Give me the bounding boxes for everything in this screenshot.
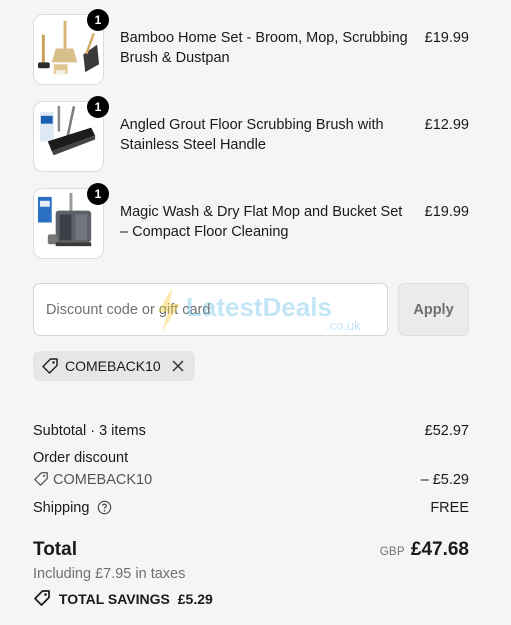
total-amount-group: GBP £47.68 — [380, 538, 469, 564]
tag-icon — [41, 357, 59, 375]
quantity-badge: 1 — [87, 9, 109, 31]
discount-value: – £5.29 — [420, 472, 469, 488]
subtotal-row: Subtotal · 3 items £52.97 — [33, 421, 469, 441]
total-savings-label: TOTAL SAVINGS — [58, 591, 170, 607]
tag-icon — [33, 589, 51, 612]
product-thumbnail: 1 — [33, 96, 109, 172]
product-price: £19.99 — [424, 30, 469, 46]
taxes-note: Including £7.95 in taxes — [33, 564, 469, 584]
question-circle-icon[interactable] — [97, 500, 112, 521]
total-savings-row: TOTAL SAVINGS £5.29 — [33, 589, 469, 612]
applied-code-label: COMEBACK10 — [65, 358, 161, 374]
tag-icon — [33, 471, 49, 493]
quantity-badge: 1 — [87, 183, 109, 205]
applied-discount-chip: COMEBACK10 — [33, 351, 195, 381]
product-price: £19.99 — [424, 204, 469, 220]
close-icon[interactable] — [171, 359, 185, 373]
total-savings-value: £5.29 — [177, 591, 213, 607]
order-discount-row: Order discount — [33, 448, 469, 468]
subtotal-label: Subtotal · 3 items — [33, 423, 146, 439]
total-value: £47.68 — [410, 539, 469, 560]
taxes-label: Including £7.95 in taxes — [33, 566, 186, 582]
line-item: 1 Bamboo Home Set - Broom, Mop, Scrubbin… — [33, 9, 469, 86]
discount-code-row: COMEBACK10 – £5.29 — [33, 470, 469, 493]
line-item: 1 Magic Wash & Dry Flat Mop and Bucket S… — [33, 183, 469, 260]
discount-code-label: COMEBACK10 — [53, 472, 153, 488]
product-name: Bamboo Home Set - Broom, Mop, Scrubbing … — [120, 30, 408, 66]
product-thumbnail: 1 — [33, 9, 109, 85]
currency-code: GBP — [379, 546, 405, 558]
discount-code-input[interactable] — [33, 283, 388, 336]
product-thumbnail: 1 — [33, 183, 109, 259]
shipping-row: Shipping FREE — [33, 498, 469, 521]
quantity-badge: 1 — [87, 96, 109, 118]
subtotal-value: £52.97 — [424, 423, 469, 439]
total-row: Total GBP £47.68 — [33, 538, 469, 562]
product-name: Angled Grout Floor Scrubbing Brush with … — [120, 117, 384, 153]
product-name: Magic Wash & Dry Flat Mop and Bucket Set… — [120, 204, 403, 240]
total-label: Total — [33, 539, 77, 560]
shipping-value: FREE — [430, 500, 469, 516]
product-price: £12.99 — [424, 117, 469, 133]
apply-discount-button[interactable]: Apply — [398, 283, 469, 336]
line-item: 1 Angled Grout Floor Scrubbing Brush wit… — [33, 96, 469, 173]
shipping-label: Shipping — [33, 500, 90, 516]
order-discount-label: Order discount — [33, 450, 129, 466]
